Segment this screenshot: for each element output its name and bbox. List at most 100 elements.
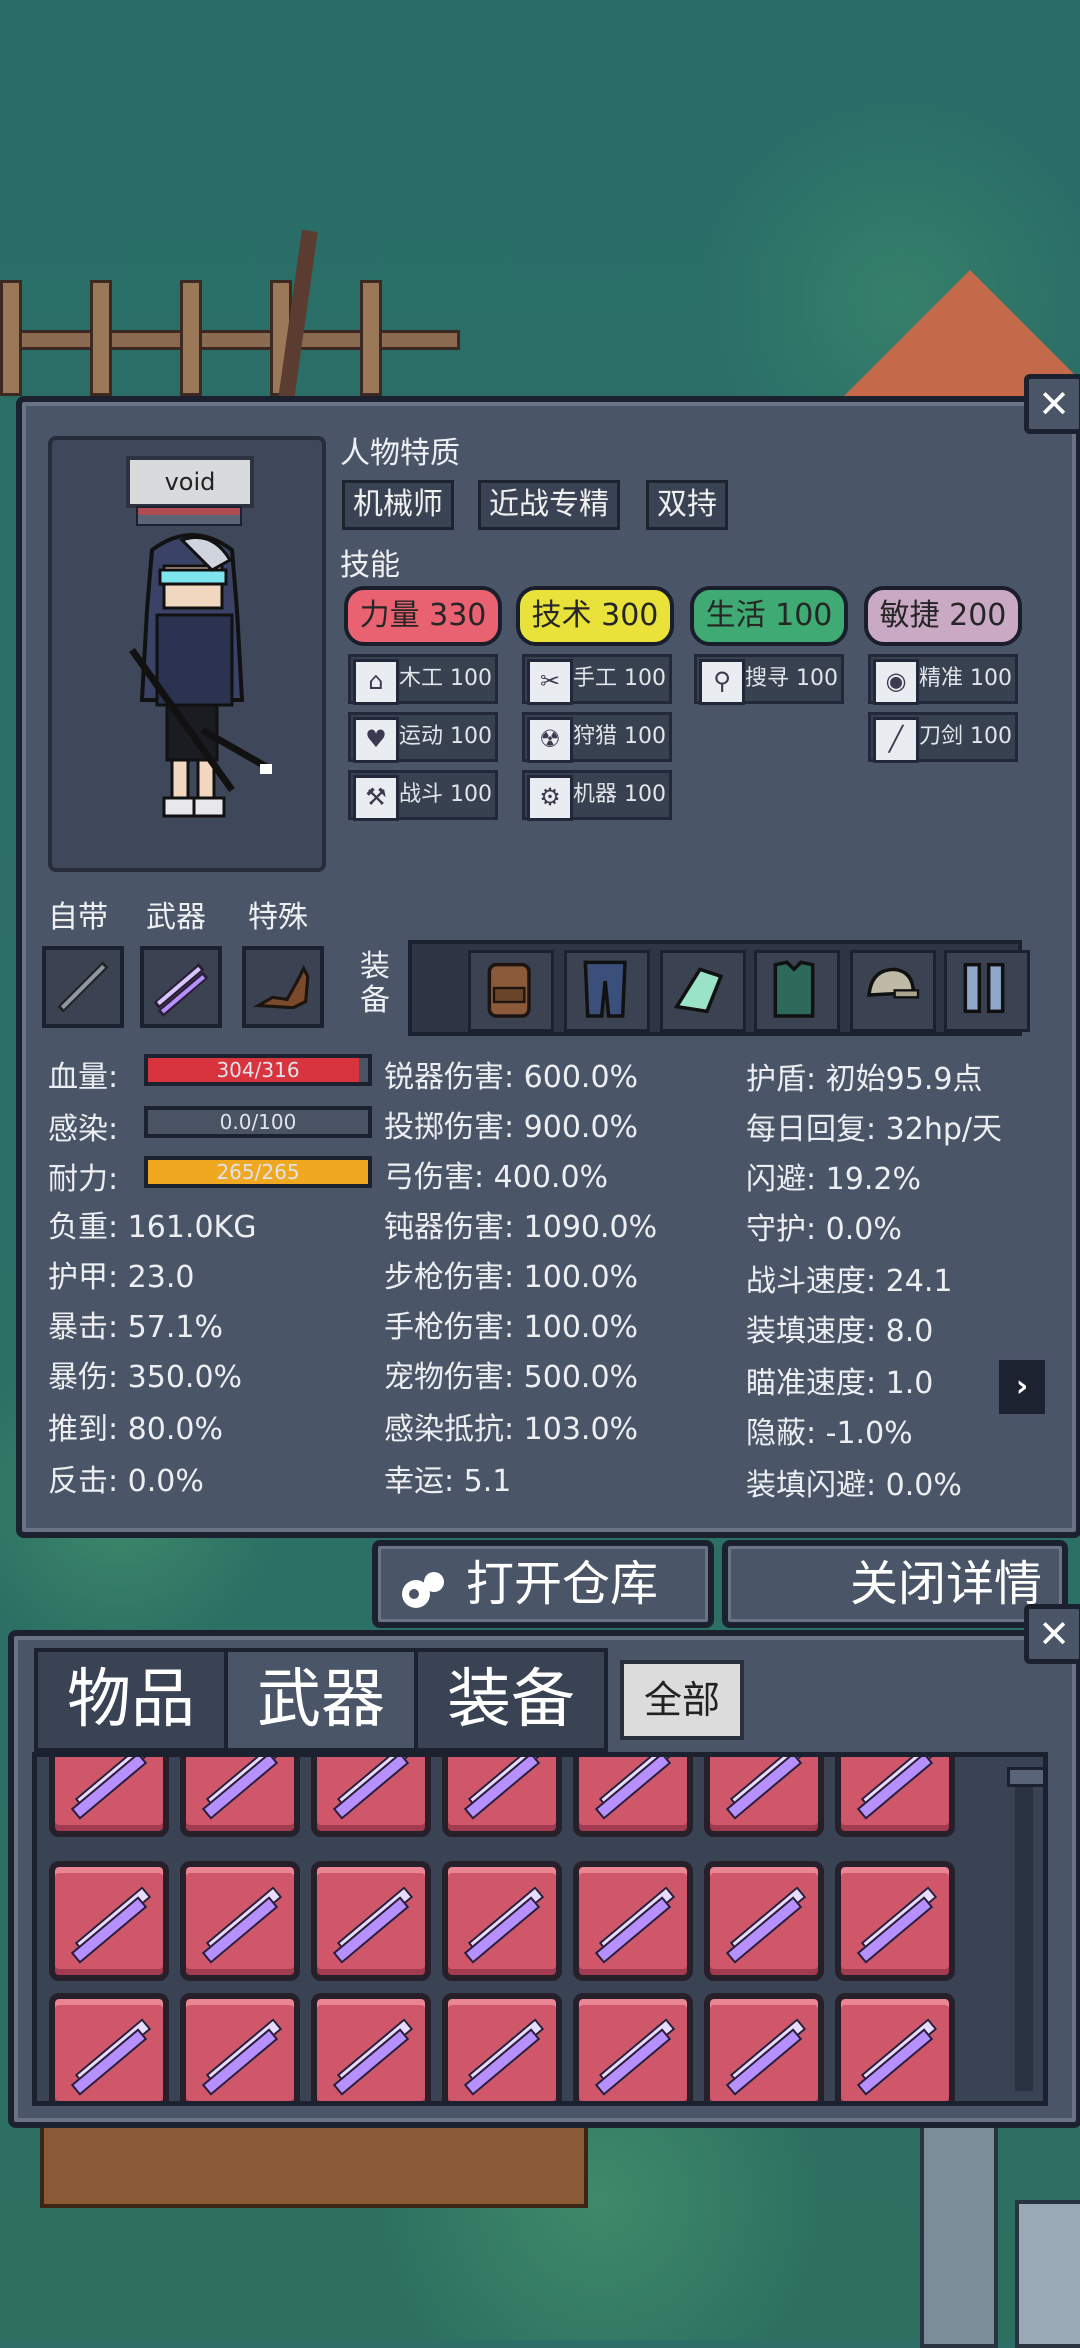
equip-slot-backpack[interactable] (468, 950, 554, 1032)
equip-slot-armor[interactable] (754, 950, 840, 1032)
boots-icon (963, 962, 1005, 1014)
infection-bar: 0.0/100 (144, 1106, 372, 1138)
skill-carpentry[interactable]: ⌂ 木工 100 (348, 654, 498, 705)
scissors-icon: ✂ (527, 659, 573, 705)
stat-sharp-damage: 锐器伤害: 600.0% (384, 1060, 639, 1095)
inventory-scrollbar[interactable] (1007, 1767, 1043, 2091)
skill-label: 刀剑 100 (919, 724, 1012, 749)
inventory-item-dual-knives[interactable] (442, 1861, 562, 1981)
attribute-life[interactable]: 生活 100 (690, 586, 848, 646)
heart-icon: ♥ (353, 717, 399, 763)
knife-icon (856, 1896, 934, 1964)
innate-slot[interactable] (42, 946, 124, 1028)
inventory-item-dual-knives[interactable] (180, 1861, 300, 1981)
dog-pet-icon (252, 964, 310, 1010)
inventory-item-dual-knives[interactable] (49, 1993, 169, 2101)
tab-equipment[interactable]: 装备 (414, 1648, 608, 1752)
tab-items[interactable]: 物品 (34, 1648, 228, 1752)
knife-icon (725, 1757, 803, 1820)
skill-combat[interactable]: ⚒ 战斗 100 (348, 770, 498, 821)
skill-athletics[interactable]: ♥ 运动 100 (348, 712, 498, 763)
character-portrait: void (48, 436, 326, 872)
inventory-item-dual-knives[interactable] (311, 1861, 431, 1981)
inventory-item-dual-knives[interactable] (311, 1993, 431, 2101)
eye-icon: ◉ (873, 659, 919, 705)
pants-icon (583, 960, 627, 1018)
special-slot[interactable] (242, 946, 324, 1028)
weapon-slot-label: 武器 (146, 900, 206, 935)
inventory-item-dual-knives[interactable] (704, 1993, 824, 2101)
knife-icon (70, 1896, 148, 1964)
filter-all-button[interactable]: 全部 (620, 1660, 744, 1740)
stat-crit: 暴击: 57.1% (48, 1310, 223, 1345)
health-label: 血量: (48, 1060, 119, 1095)
character-mini-bars (136, 506, 242, 526)
stat-armor: 护甲: 23.0 (48, 1260, 195, 1295)
inventory-item-dual-knives[interactable] (835, 1757, 955, 1837)
close-details-button[interactable]: 关闭详情 (722, 1540, 1068, 1628)
skill-handcraft[interactable]: ✂ 手工 100 (522, 654, 672, 705)
weapon-slot[interactable] (140, 946, 222, 1028)
dual-knives-icon (153, 963, 209, 1017)
stat-guard: 守护: 0.0% (746, 1212, 902, 1247)
inventory-item-dual-knives[interactable] (442, 1757, 562, 1837)
attribute-technique[interactable]: 技术 300 (516, 586, 674, 646)
stamina-label: 耐力: (48, 1162, 119, 1197)
stat-throw-damage: 投掷伤害: 900.0% (384, 1110, 639, 1145)
inventory-item-dual-knives[interactable] (704, 1757, 824, 1837)
inventory-item-dual-knives[interactable] (49, 1861, 169, 1981)
stat-dodge: 闪避: 19.2% (746, 1162, 921, 1197)
equip-slot-gloves[interactable] (660, 950, 746, 1032)
equip-slot-hat[interactable] (850, 950, 936, 1032)
inventory-item-dual-knives[interactable] (573, 1993, 693, 2101)
wooden-fence (0, 280, 460, 396)
close-inventory-x-button[interactable]: ✕ (1024, 1604, 1080, 1664)
stat-weight: 负重: 161.0KG (48, 1210, 257, 1245)
inventory-item-dual-knives[interactable] (573, 1757, 693, 1837)
trait-melee-specialist[interactable]: 近战专精 (478, 480, 620, 530)
attribute-agility[interactable]: 敏捷 200 (864, 586, 1022, 646)
stat-knockdown: 推到: 80.0% (48, 1412, 223, 1447)
inventory-item-dual-knives[interactable] (704, 1861, 824, 1981)
health-bar: 304/316 (144, 1054, 372, 1086)
inventory-item-dual-knives[interactable] (442, 1993, 562, 2101)
inventory-item-dual-knives[interactable] (311, 1757, 431, 1837)
skill-precision[interactable]: ◉ 精准 100 (868, 654, 1018, 705)
stat-blunt-damage: 钝器伤害: 1090.0% (384, 1210, 658, 1245)
inventory-item-dual-knives[interactable] (180, 1757, 300, 1837)
knife-icon (70, 1757, 148, 1820)
skill-search[interactable]: ⚲ 搜寻 100 (694, 654, 844, 705)
inventory-item-dual-knives[interactable] (835, 1861, 955, 1981)
close-details-x-button[interactable]: ✕ (1024, 374, 1080, 434)
equip-slot-pants[interactable] (564, 950, 650, 1032)
attribute-strength[interactable]: 力量 330 (344, 586, 502, 646)
inventory-item-dual-knives[interactable] (49, 1757, 169, 1837)
inventory-item-dual-knives[interactable] (573, 1861, 693, 1981)
stat-aim-speed: 瞄准速度: 1.0 (746, 1366, 934, 1401)
next-page-button[interactable]: › (995, 1356, 1049, 1418)
stat-daily-regen: 每日回复: 32hp/天 (746, 1112, 1002, 1147)
equipment-label: 装备 (360, 949, 390, 1018)
knife-icon (725, 2028, 803, 2096)
knife-icon (594, 1896, 672, 1964)
skill-machinery[interactable]: ⚙ 机器 100 (522, 770, 672, 821)
tab-weapons[interactable]: 武器 (224, 1648, 418, 1752)
trait-mechanic[interactable]: 机械师 (342, 480, 454, 530)
skill-hunting[interactable]: ☢ 狩猎 100 (522, 712, 672, 763)
inventory-item-dual-knives[interactable] (180, 1993, 300, 2101)
equip-slot-boots[interactable] (944, 950, 1030, 1032)
health-bar-text: 304/316 (216, 1058, 300, 1082)
knife-icon (594, 2028, 672, 2096)
inventory-grid (32, 1752, 1048, 2106)
inventory-item-dual-knives[interactable] (835, 1993, 955, 2101)
open-storage-label: 打开仓库 (466, 1556, 659, 1612)
trait-dual-wield[interactable]: 双持 (646, 480, 728, 530)
stat-attack-speed: 战斗速度: 24.1 (746, 1264, 953, 1299)
special-slot-label: 特殊 (248, 900, 308, 935)
skill-blades[interactable]: ╱ 刀剑 100 (868, 712, 1018, 763)
knife-icon (332, 1757, 410, 1820)
backpack-icon (487, 962, 531, 1018)
infection-label: 感染: (48, 1112, 119, 1147)
dagger-icon (57, 961, 109, 1013)
open-storage-button[interactable]: 打开仓库 (372, 1540, 714, 1628)
